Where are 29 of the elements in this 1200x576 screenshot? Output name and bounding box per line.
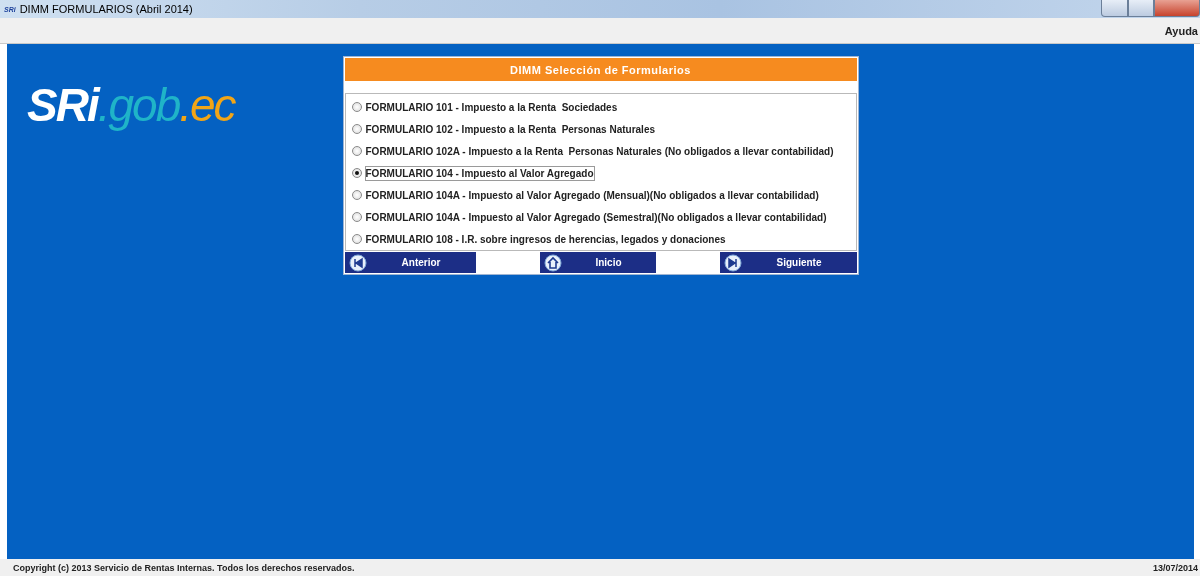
copyright-text: Copyright (c) 2013 Servicio de Rentas Internas. Todos los derechos reservados. — [13, 562, 355, 573]
minimize-button[interactable] — [1101, 0, 1128, 17]
radio-button[interactable] — [351, 212, 362, 222]
radio-button[interactable] — [351, 102, 362, 112]
radio-button[interactable] — [351, 146, 362, 156]
next-button[interactable]: Siguiente — [719, 252, 857, 273]
home-icon — [543, 253, 562, 272]
status-date: 13/07/2014 — [1152, 562, 1198, 573]
option-label[interactable]: FORMULARIO 104 - Impuesto al Valor Agregado — [364, 165, 595, 181]
previous-button[interactable]: Anterior — [344, 252, 476, 273]
option-label[interactable]: FORMULARIO 101 - Impuesto a la Renta Sociedades — [364, 99, 619, 115]
option-label[interactable]: FORMULARIO 108 - I.R. sobre ingresos de herencias, legados y donaciones — [364, 231, 727, 247]
menu-item[interactable]: Ayuda — [1162, 24, 1200, 37]
home-button[interactable]: Inicio — [539, 252, 656, 273]
maximize-button[interactable] — [1128, 0, 1154, 17]
radio-button[interactable] — [351, 168, 362, 178]
option-label[interactable]: FORMULARIO 104A - Impuesto al Valor Agregado (Mensual)(No obligados a llevar contabilidad) — [364, 187, 820, 203]
skip-forward-icon — [723, 253, 742, 272]
option-label[interactable]: FORMULARIO 104A - Impuesto al Valor Agregado (Semestral)(No obligados a llevar contabilidad) — [364, 209, 828, 225]
option-label[interactable]: FORMULARIO 102A - Impuesto a la Renta Personas Naturales (No obligados a llevar contabilidad) — [364, 143, 835, 159]
close-button[interactable] — [1154, 0, 1200, 17]
skip-back-icon — [348, 253, 367, 272]
window-title: DIMM FORMULARIOS (Abril 2014) — [19, 3, 194, 15]
radio-button[interactable] — [351, 234, 362, 244]
logo: SRi.gob.ec — [27, 78, 235, 132]
option-label[interactable]: FORMULARIO 102 - Impuesto a la Renta Personas Naturales — [364, 121, 657, 137]
radio-button[interactable] — [351, 124, 362, 134]
dialog-title: DIMM Selección de Formularios — [344, 58, 857, 81]
radio-button[interactable] — [351, 190, 362, 200]
